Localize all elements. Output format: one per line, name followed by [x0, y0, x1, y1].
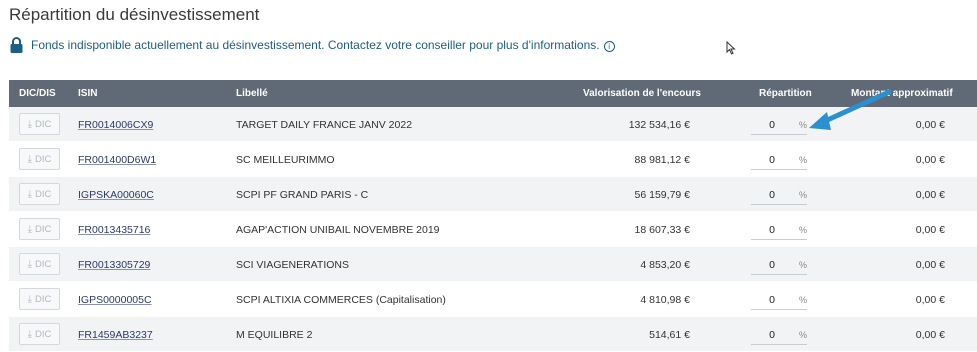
download-icon: ⤓ [27, 328, 33, 340]
isin-link[interactable]: FR0014006CX9 [78, 119, 153, 131]
header-isin: ISIN [78, 88, 98, 99]
fund-label: M EQUILIBRE 2 [236, 329, 313, 341]
montant-value: 0,00 € [915, 189, 945, 201]
isin-link[interactable]: IGPS0000005C [78, 294, 152, 306]
valorisation-value: 514,61 € [649, 329, 690, 341]
repartition-input[interactable]: 0 % [751, 290, 807, 310]
isin-link[interactable]: FR0013435716 [78, 224, 150, 236]
page-title: Répartition du désinvestissement [9, 5, 260, 24]
isin-link[interactable]: IGPSKA00060C [78, 189, 154, 201]
valorisation-value: 132 534,16 € [628, 119, 690, 131]
repartition-value[interactable]: 0 [751, 119, 775, 131]
table-row: ⤓ DIC FR001400D6W1 SC MEILLEURIMMO 88 98… [9, 142, 977, 177]
mouse-cursor-icon [726, 40, 736, 60]
repartition-value[interactable]: 0 [751, 329, 775, 341]
dic-download-button[interactable]: ⤓ DIC [19, 218, 60, 240]
fund-label: SCPI PF GRAND PARIS - C [236, 189, 369, 201]
table-body: ⤓ DIC FR0014006CX9 TARGET DAILY FRANCE J… [9, 107, 977, 352]
notice-text: Fonds indisponible actuellement au désin… [31, 38, 600, 52]
dic-download-button[interactable]: ⤓ DIC [19, 253, 60, 275]
dic-download-button[interactable]: ⤓ DIC [19, 288, 60, 310]
pointer-arrow-icon [809, 89, 892, 130]
info-icon[interactable]: i [603, 41, 615, 52]
repartition-value[interactable]: 0 [751, 259, 775, 271]
isin-link[interactable]: FR0013305729 [78, 259, 150, 271]
dic-download-button[interactable]: ⤓ DIC [19, 183, 60, 205]
dic-download-button[interactable]: ⤓ DIC [19, 148, 60, 170]
percent-symbol: % [798, 190, 807, 200]
percent-symbol: % [798, 225, 807, 235]
table-row: ⤓ DIC IGPS0000005C SCPI ALTIXIA COMMERCE… [9, 282, 977, 317]
lock-icon [9, 37, 24, 53]
montant-value: 0,00 € [915, 259, 945, 271]
repartition-value[interactable]: 0 [751, 154, 775, 166]
dic-label: DIC [35, 188, 52, 200]
dic-label: DIC [35, 293, 52, 305]
dic-download-button[interactable]: ⤓ DIC [19, 323, 60, 345]
montant-value: 0,00 € [915, 154, 945, 166]
dic-label: DIC [35, 118, 52, 130]
repartition-input[interactable]: 0 % [751, 150, 807, 170]
dic-label: DIC [35, 328, 52, 340]
montant-value: 0,00 € [915, 329, 945, 341]
montant-value: 0,00 € [915, 224, 945, 236]
header-repartition: Répartition [759, 88, 812, 99]
repartition-value[interactable]: 0 [751, 224, 775, 236]
download-icon: ⤓ [27, 223, 33, 235]
repartition-input[interactable]: 0 % [751, 325, 807, 345]
valorisation-value: 4 853,20 € [640, 259, 690, 271]
download-icon: ⤓ [27, 153, 33, 165]
download-icon: ⤓ [27, 293, 33, 305]
download-icon: ⤓ [27, 118, 33, 130]
repartition-value[interactable]: 0 [751, 189, 775, 201]
percent-symbol: % [798, 295, 807, 305]
download-icon: ⤓ [27, 188, 33, 200]
fund-label: SC MEILLEURIMMO [236, 154, 335, 166]
valorisation-value: 18 607,33 € [634, 224, 690, 236]
isin-link[interactable]: FR1459AB3237 [78, 329, 153, 341]
fund-label: SCI VIAGENERATIONS [236, 259, 349, 271]
table-row: ⤓ DIC FR0013305729 SCI VIAGENERATIONS 4 … [9, 247, 977, 282]
dic-download-button[interactable]: ⤓ DIC [19, 113, 60, 135]
table-row: ⤓ DIC FR1459AB3237 M EQUILIBRE 2 514,61 … [9, 317, 977, 352]
table-row: ⤓ DIC IGPSKA00060C SCPI PF GRAND PARIS -… [9, 177, 977, 212]
unavailable-notice: Fonds indisponible actuellement au désin… [9, 37, 615, 53]
percent-symbol: % [798, 330, 807, 340]
valorisation-value: 4 810,98 € [640, 294, 690, 306]
header-valorisation: Valorisation de l'encours [583, 88, 701, 99]
repartition-input[interactable]: 0 % [751, 255, 807, 275]
valorisation-value: 88 981,12 € [634, 154, 690, 166]
percent-symbol: % [798, 155, 807, 165]
fund-label: AGAP'ACTION UNIBAIL NOVEMBRE 2019 [236, 224, 440, 236]
table-row: ⤓ DIC FR0013435716 AGAP'ACTION UNIBAIL N… [9, 212, 977, 247]
isin-link[interactable]: FR001400D6W1 [78, 154, 156, 166]
dic-label: DIC [35, 258, 52, 270]
header-libelle: Libellé [236, 88, 268, 99]
valorisation-value: 56 159,79 € [634, 189, 690, 201]
percent-symbol: % [798, 260, 807, 270]
montant-value: 0,00 € [915, 294, 945, 306]
dic-label: DIC [35, 223, 52, 235]
fund-label: TARGET DAILY FRANCE JANV 2022 [236, 119, 413, 131]
repartition-input[interactable]: 0 % [751, 115, 807, 135]
header-dic: DIC/DIS [19, 88, 56, 99]
repartition-input[interactable]: 0 % [751, 185, 807, 205]
repartition-input[interactable]: 0 % [751, 220, 807, 240]
fund-label: SCPI ALTIXIA COMMERCES (Capitalisation) [236, 294, 446, 306]
download-icon: ⤓ [27, 258, 33, 270]
repartition-value[interactable]: 0 [751, 294, 775, 306]
dic-label: DIC [35, 153, 52, 165]
